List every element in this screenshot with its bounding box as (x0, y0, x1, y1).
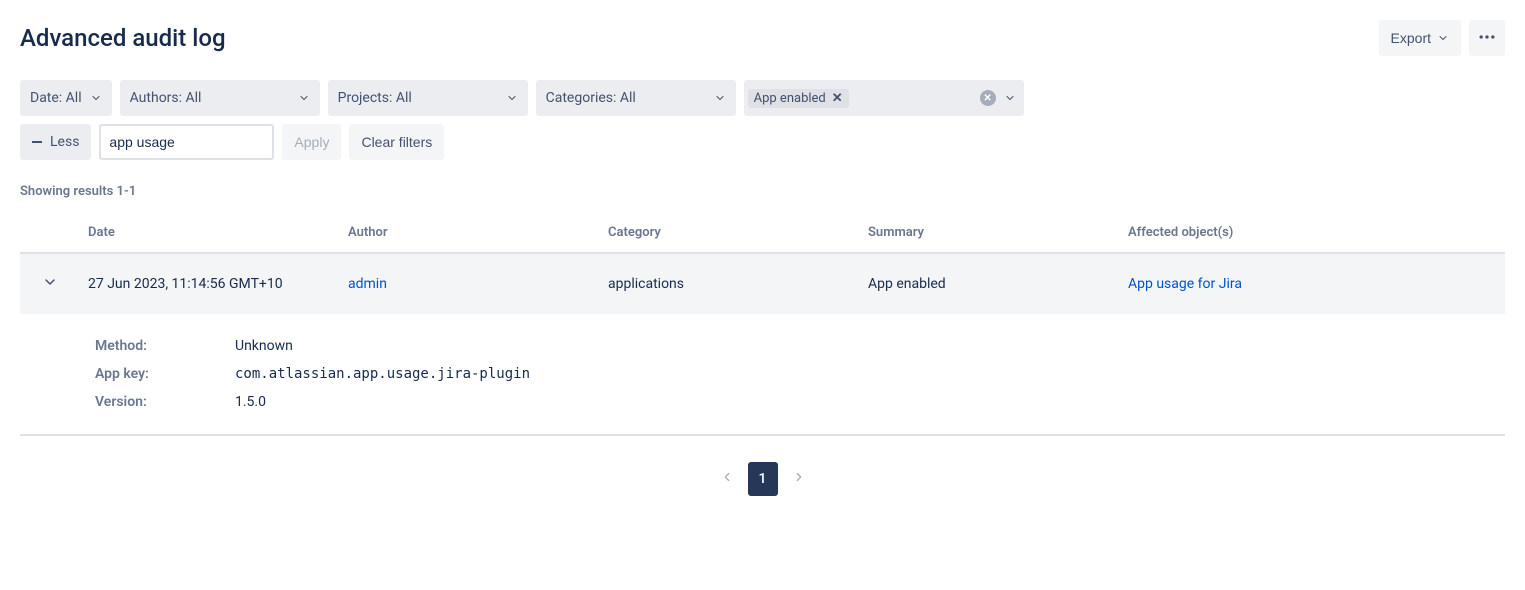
chevron-right-icon (792, 470, 806, 488)
pagination: 1 (20, 462, 1505, 496)
more-actions-button[interactable] (1469, 20, 1505, 56)
page-1-button[interactable]: 1 (748, 462, 778, 496)
cell-summary: App enabled (860, 253, 1120, 314)
clear-filter-icon[interactable]: ✕ (980, 90, 996, 106)
more-horizontal-icon (1477, 27, 1497, 50)
less-label: Less (50, 134, 79, 150)
filter-categories-label: Categories: All (546, 90, 636, 106)
filter-projects[interactable]: Projects: All (328, 80, 528, 116)
search-input[interactable] (109, 134, 290, 150)
remove-tag-icon[interactable]: ✕ (832, 91, 843, 106)
clear-filters-label: Clear filters (361, 134, 432, 150)
detail-version-label: Version: (95, 394, 195, 410)
filter-authors-label: Authors: All (130, 90, 202, 106)
page-title: Advanced audit log (20, 24, 226, 52)
chevron-down-icon (506, 92, 518, 104)
chevron-down-icon (1004, 92, 1016, 104)
export-button[interactable]: Export (1379, 20, 1461, 56)
filter-date[interactable]: Date: All (20, 80, 112, 116)
filter-tag-chip[interactable]: App enabled ✕ (748, 89, 849, 108)
chevron-down-icon (298, 92, 310, 104)
chevron-down-icon (90, 92, 102, 104)
cell-affected-link[interactable]: App usage for Jira (1128, 276, 1242, 292)
audit-table: Date Author Category Summary Affected ob… (20, 213, 1505, 314)
apply-label: Apply (294, 134, 329, 150)
chevron-down-icon (1437, 32, 1449, 44)
detail-appkey-label: App key: (95, 366, 195, 382)
filter-tag-label: App enabled (754, 91, 826, 106)
less-button[interactable]: Less (20, 124, 91, 160)
cell-date: 27 Jun 2023, 11:14:56 GMT+10 (80, 253, 340, 314)
next-page-button (784, 462, 814, 496)
col-date: Date (80, 213, 340, 253)
col-author: Author (340, 213, 600, 253)
search-input-wrapper (99, 124, 274, 160)
table-row: 27 Jun 2023, 11:14:56 GMT+10 admin appli… (20, 253, 1505, 314)
filter-categories[interactable]: Categories: All (536, 80, 736, 116)
detail-appkey-value: com.atlassian.app.usage.jira-plugin (235, 366, 530, 382)
export-label: Export (1391, 30, 1431, 46)
apply-button: Apply (282, 124, 341, 160)
cell-category: applications (600, 253, 860, 314)
filter-authors[interactable]: Authors: All (120, 80, 320, 116)
minus-icon (32, 141, 42, 143)
filter-date-label: Date: All (30, 90, 82, 106)
detail-method-label: Method: (95, 338, 195, 354)
results-summary: Showing results 1-1 (20, 184, 1505, 199)
chevron-down-icon (714, 92, 726, 104)
clear-filters-button[interactable]: Clear filters (349, 124, 444, 160)
expand-row-button[interactable] (38, 272, 62, 296)
cell-author-link[interactable]: admin (348, 276, 387, 292)
prev-page-button (712, 462, 742, 496)
chevron-left-icon (720, 470, 734, 488)
filter-summary[interactable]: App enabled ✕ ✕ (744, 80, 1024, 116)
col-summary: Summary (860, 213, 1120, 253)
filter-projects-label: Projects: All (338, 90, 412, 106)
detail-version-value: 1.5.0 (235, 394, 266, 410)
col-category: Category (600, 213, 860, 253)
row-details: Method: Unknown App key: com.atlassian.a… (20, 314, 1505, 436)
chevron-down-icon (42, 274, 58, 294)
detail-method-value: Unknown (235, 338, 293, 354)
col-affected: Affected object(s) (1120, 213, 1505, 253)
